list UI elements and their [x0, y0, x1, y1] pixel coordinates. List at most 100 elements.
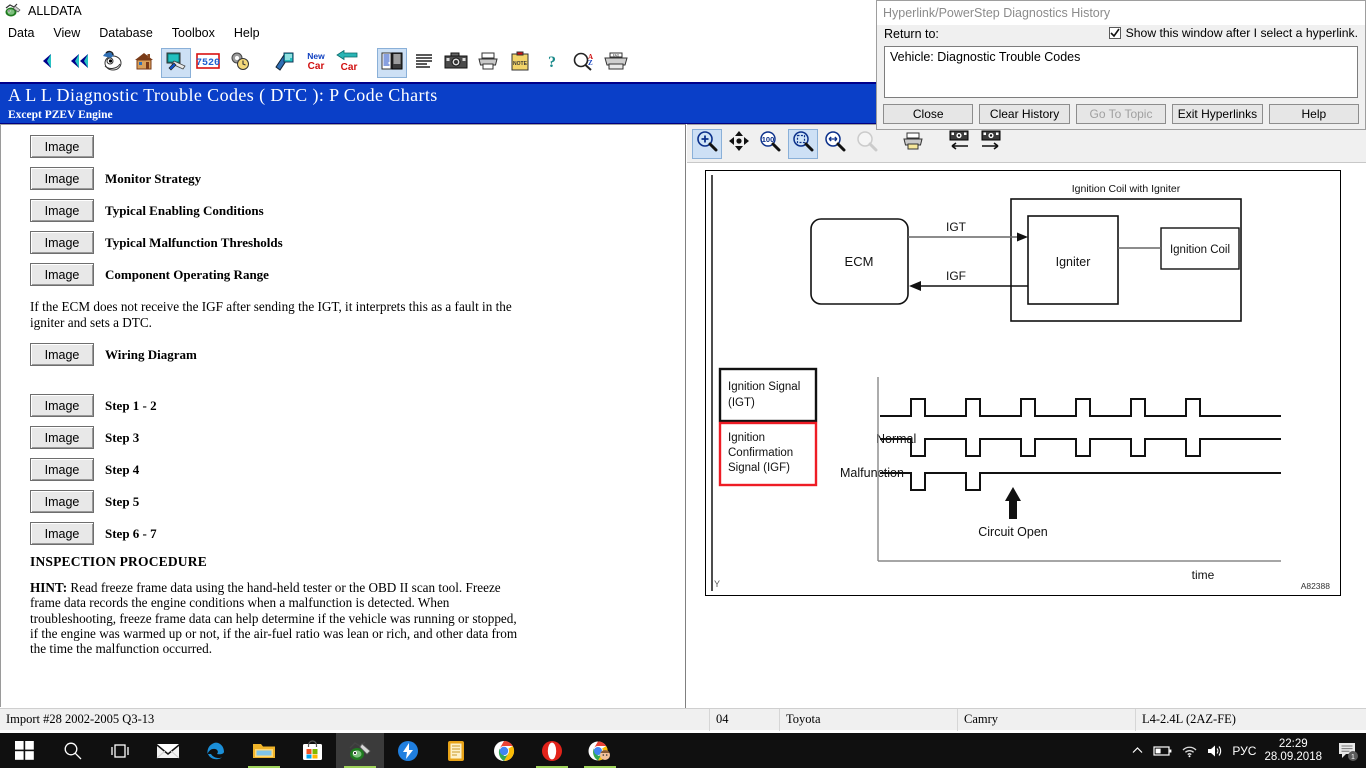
circuit-open-arrow-icon	[1005, 487, 1021, 519]
image-button[interactable]: Image	[30, 458, 94, 481]
image-button[interactable]: Image	[30, 231, 94, 254]
status-import: Import #28 2002-2005 Q3-13	[0, 708, 710, 731]
note-button[interactable]: NOTE	[505, 48, 535, 78]
task-view-icon	[111, 743, 129, 758]
notifications-button[interactable]: 1	[1330, 733, 1366, 768]
pan-button[interactable]	[724, 129, 754, 159]
image-link-row[interactable]: Image	[30, 135, 652, 158]
start-button[interactable]	[0, 733, 48, 768]
next-image-button[interactable]	[976, 129, 1006, 159]
print-button[interactable]	[473, 48, 503, 78]
chrome-profile-button[interactable]	[576, 733, 624, 768]
show-hidden-icons-button[interactable]	[1124, 733, 1150, 768]
battery-button[interactable]	[1150, 733, 1176, 768]
svg-text:NOTE: NOTE	[513, 61, 528, 67]
change-car-button[interactable]: Car	[333, 48, 363, 78]
gear-clock-icon	[229, 51, 251, 76]
volume-button[interactable]	[1202, 733, 1228, 768]
task-view-button[interactable]	[96, 733, 144, 768]
repair-button[interactable]	[161, 48, 191, 78]
document-scroll-area[interactable]: Image Image Monitor Strategy Image Typic…	[0, 125, 666, 707]
image-button[interactable]: Image	[30, 135, 94, 158]
opera-button[interactable]	[528, 733, 576, 768]
parts-button[interactable]: 7520	[193, 48, 223, 78]
new-car-button[interactable]: New Car	[301, 48, 331, 78]
speaker-icon	[1208, 745, 1222, 756]
hint-paragraph: HINT: Read freeze frame data using the h…	[30, 580, 522, 656]
language-indicator[interactable]: РУС	[1232, 744, 1256, 758]
dialog-title: Hyperlink/PowerStep Diagnostics History	[877, 1, 1365, 25]
close-button[interactable]: Close	[883, 104, 974, 124]
file-explorer-button[interactable]	[240, 733, 288, 768]
home-button[interactable]	[129, 48, 159, 78]
network-button[interactable]	[1176, 733, 1202, 768]
image-button[interactable]: Image	[30, 522, 94, 545]
image-view-button[interactable]	[441, 48, 471, 78]
search-button[interactable]	[48, 733, 96, 768]
notes-button[interactable]	[432, 733, 480, 768]
image-link-row[interactable]: Image Step 5	[30, 490, 652, 513]
image-button[interactable]: Image	[30, 263, 94, 286]
zoom-in-button[interactable]	[692, 128, 722, 159]
dialog-button-row: Close Clear History Go To Topic Exit Hyp…	[883, 104, 1360, 124]
opera-icon	[542, 740, 562, 761]
image-link-row[interactable]: Image Component Operating Range	[30, 263, 652, 286]
fit-width-button[interactable]	[820, 129, 850, 159]
checkbox-box[interactable]	[1108, 27, 1121, 39]
clear-history-button[interactable]: Clear History	[979, 104, 1070, 124]
chrome-button[interactable]	[480, 733, 528, 768]
fax-button[interactable]: FAX	[601, 48, 631, 78]
pencil-paper-icon	[272, 51, 296, 76]
menu-item-view[interactable]: View	[53, 26, 80, 40]
labor-time-button[interactable]	[225, 48, 255, 78]
image-link-row[interactable]: Image Step 4	[30, 458, 652, 481]
history-list[interactable]: Vehicle: Diagnostic Trouble Codes	[884, 46, 1358, 98]
image-button[interactable]: Image	[30, 490, 94, 513]
image-link-row[interactable]: Image Step 3	[30, 426, 652, 449]
show-window-checkbox[interactable]: Show this window after I select a hyperl…	[1108, 26, 1358, 40]
magnifier-disabled-icon	[855, 130, 879, 157]
diagram-canvas[interactable]: Ignition Coil with Igniter ECM Igniter I…	[705, 170, 1341, 596]
back-button[interactable]	[33, 48, 63, 78]
image-link-row[interactable]: Image Wiring Diagram	[30, 343, 652, 366]
help-button[interactable]: ?	[537, 48, 567, 78]
status-model: Camry	[958, 708, 1136, 731]
image-link-row[interactable]: Image Step 6 - 7	[30, 522, 652, 545]
article-list-button[interactable]	[377, 48, 407, 78]
search-az-button[interactable]: A Z	[569, 48, 599, 78]
circuit-open-label: Circuit Open	[978, 525, 1048, 539]
image-button[interactable]: Image	[30, 167, 94, 190]
diagram-caption: Ignition Coil with Igniter	[1072, 183, 1181, 195]
clock[interactable]: 22:29 28.09.2018	[1264, 738, 1322, 764]
menu-item-database[interactable]: Database	[99, 26, 153, 40]
text-view-button[interactable]	[409, 48, 439, 78]
back-fast-button[interactable]	[65, 48, 95, 78]
image-link-row[interactable]: Image Monitor Strategy	[30, 167, 652, 190]
image-button[interactable]: Image	[30, 343, 94, 366]
menu-item-help[interactable]: Help	[234, 26, 260, 40]
fit-page-button[interactable]	[788, 128, 818, 159]
edge-button[interactable]	[192, 733, 240, 768]
menu-item-toolbox[interactable]: Toolbox	[172, 26, 215, 40]
history-list-item[interactable]: Vehicle: Diagnostic Trouble Codes	[890, 50, 1352, 64]
legend-igt-line1: Ignition Signal	[728, 381, 800, 393]
image-link-row[interactable]: Image Step 1 - 2	[30, 394, 652, 417]
image-button[interactable]: Image	[30, 199, 94, 222]
estimator-button[interactable]	[269, 48, 299, 78]
image-button[interactable]: Image	[30, 394, 94, 417]
mascot-button[interactable]	[97, 48, 127, 78]
exit-hyperlinks-button[interactable]: Exit Hyperlinks	[1172, 104, 1263, 124]
zoom-100-button[interactable]: 100	[756, 129, 786, 159]
image-link-row[interactable]: Image Typical Malfunction Thresholds	[30, 231, 652, 254]
alldata-button[interactable]	[336, 733, 384, 768]
download-manager-button[interactable]	[384, 733, 432, 768]
image-button[interactable]: Image	[30, 426, 94, 449]
help-button[interactable]: Help	[1268, 104, 1360, 124]
ecm-label: ECM	[845, 254, 874, 269]
menu-item-data[interactable]: Data	[8, 26, 34, 40]
print-image-button[interactable]	[898, 129, 928, 159]
store-button[interactable]	[288, 733, 336, 768]
mail-button[interactable]	[144, 733, 192, 768]
previous-image-button[interactable]	[944, 129, 974, 159]
image-link-row[interactable]: Image Typical Enabling Conditions	[30, 199, 652, 222]
